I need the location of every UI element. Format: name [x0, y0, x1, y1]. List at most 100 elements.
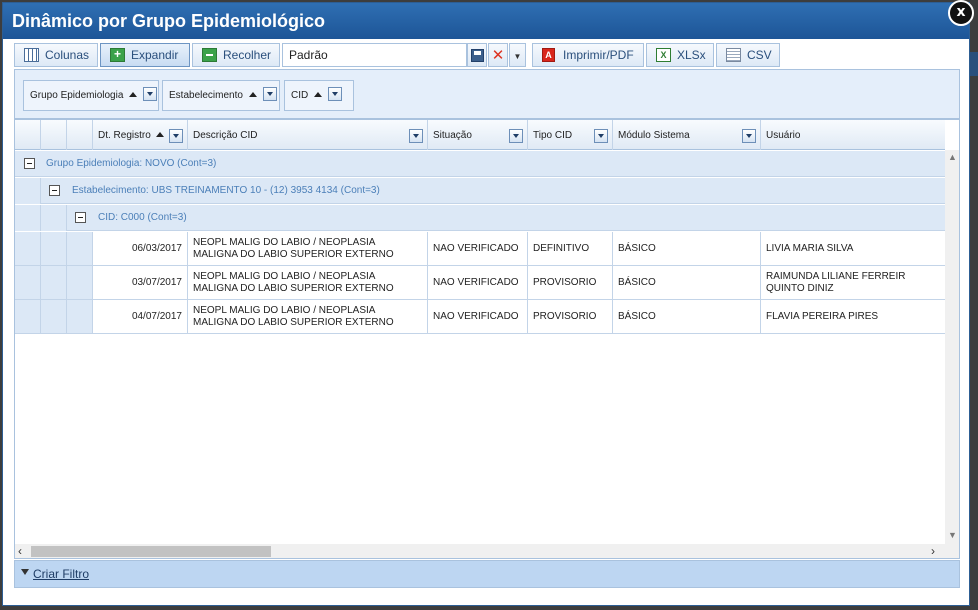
group-chip-grupo-epidemiologia[interactable]: Grupo Epidemiologia — [23, 80, 159, 111]
columns-icon — [24, 48, 39, 62]
delete-layout-button[interactable]: ✕ — [488, 43, 508, 67]
scroll-left-icon[interactable]: ‹ — [18, 544, 22, 558]
group-by-panel: Grupo Epidemiologia Estabelecimento CID — [14, 69, 960, 119]
filter-dropdown-icon[interactable] — [169, 129, 183, 143]
indent-cell — [41, 300, 67, 334]
indent-cell — [67, 300, 93, 334]
indent-cell — [41, 266, 67, 300]
save-layout-button[interactable] — [467, 43, 487, 67]
export-xlsx-button[interactable]: X XLSx — [646, 43, 714, 67]
group-chip-cid[interactable]: CID — [284, 80, 354, 111]
create-filter-link[interactable]: Criar Filtro — [33, 567, 89, 581]
indent-cell — [67, 232, 93, 266]
scroll-up-icon[interactable]: ▲ — [948, 152, 957, 162]
print-pdf-button-label: Imprimir/PDF — [563, 48, 634, 62]
group-row-level-3[interactable]: CID: C000 (Cont=3) — [15, 205, 945, 231]
collapse-group-icon[interactable] — [24, 158, 35, 169]
dialog-window: Dinâmico por Grupo Epidemiológico Coluna… — [2, 2, 970, 606]
cell-usuario: LIVIA MARIA SILVA — [761, 232, 945, 266]
column-header-label: Módulo Sistema — [618, 130, 690, 141]
column-header-usuario[interactable]: Usuário — [761, 120, 945, 150]
filter-dropdown-icon[interactable] — [328, 87, 343, 101]
cell-modulo-sistema: BÁSICO — [613, 266, 761, 300]
table-row[interactable]: 06/03/2017 NEOPL MALIG DO LABIO / NEOPLA… — [15, 232, 945, 266]
indent-cell — [15, 266, 41, 300]
indent-header-1 — [15, 120, 41, 150]
export-xlsx-button-label: XLSx — [677, 48, 706, 62]
table-row[interactable]: 03/07/2017 NEOPL MALIG DO LABIO / NEOPLA… — [15, 266, 945, 300]
scroll-right-icon[interactable]: › — [931, 544, 935, 558]
filter-dropdown-icon[interactable] — [742, 129, 756, 143]
indent-cell — [41, 205, 67, 231]
filter-dropdown-icon[interactable] — [409, 129, 423, 143]
layout-name-input[interactable]: Padrão — [282, 43, 467, 67]
chevron-down-icon: ▼ — [513, 52, 522, 61]
column-header-dt-registro[interactable]: Dt. Registro — [93, 120, 188, 150]
excel-icon: X — [656, 48, 671, 62]
cell-dt-registro: 06/03/2017 — [93, 232, 188, 266]
indent-cell — [15, 205, 41, 231]
table-row[interactable]: 04/07/2017 NEOPL MALIG DO LABIO / NEOPLA… — [15, 300, 945, 334]
group-chip-label: CID — [291, 90, 309, 101]
pdf-icon: A — [542, 48, 555, 62]
grid-footer: Criar Filtro — [14, 560, 960, 588]
collapse-button-label: Recolher — [223, 48, 272, 62]
group-row-label: Estabelecimento: UBS TREINAMENTO 10 - (1… — [72, 185, 380, 196]
filter-dropdown-icon[interactable] — [509, 129, 523, 143]
scroll-down-icon[interactable]: ▼ — [948, 530, 957, 540]
layout-dropdown-button[interactable]: ▼ — [509, 43, 526, 67]
sort-ascending-icon — [155, 132, 164, 137]
group-row-level-1[interactable]: Grupo Epidemiologia: NOVO (Cont=3) — [15, 151, 945, 177]
background-page-fragment — [970, 52, 978, 76]
vertical-scrollbar[interactable]: ▲ ▼ — [945, 150, 959, 544]
filter-dropdown-icon[interactable] — [262, 87, 277, 101]
cell-modulo-sistema: BÁSICO — [613, 300, 761, 334]
group-row-level-2[interactable]: Estabelecimento: UBS TREINAMENTO 10 - (1… — [15, 178, 945, 204]
close-dialog-button[interactable]: x — [948, 0, 974, 26]
export-csv-button[interactable]: CSV — [716, 43, 780, 67]
grid-header-row: Dt. Registro Descrição CID Situação Tipo… — [15, 120, 945, 150]
cell-usuario: FLAVIA PEREIRA PIRES — [761, 300, 945, 334]
collapse-group-icon[interactable] — [75, 212, 86, 223]
collapse-button[interactable]: Recolher — [192, 43, 280, 67]
cell-tipo-cid: DEFINITIVO — [528, 232, 613, 266]
cell-tipo-cid: PROVISORIO — [528, 266, 613, 300]
group-chip-estabelecimento[interactable]: Estabelecimento — [162, 80, 280, 111]
dialog-title: Dinâmico por Grupo Epidemiológico — [3, 3, 969, 39]
cell-descricao-cid: NEOPL MALIG DO LABIO / NEOPLASIA MALIGNA… — [188, 232, 428, 266]
indent-cell — [67, 266, 93, 300]
cell-descricao-cid: NEOPL MALIG DO LABIO / NEOPLASIA MALIGNA… — [188, 300, 428, 334]
column-header-descricao-cid[interactable]: Descrição CID — [188, 120, 428, 150]
column-header-label: Dt. Registro — [98, 130, 151, 141]
horizontal-scroll-thumb[interactable] — [31, 546, 271, 557]
close-icon: ✕ — [491, 46, 505, 64]
column-header-label: Usuário — [766, 130, 801, 141]
minus-icon — [202, 48, 217, 62]
columns-button[interactable]: Colunas — [14, 43, 98, 67]
group-row-label: Grupo Epidemiologia: NOVO (Cont=3) — [46, 158, 217, 169]
data-grid: Dt. Registro Descrição CID Situação Tipo… — [14, 119, 960, 559]
indent-header-2 — [41, 120, 67, 150]
cell-situacao: NAO VERIFICADO — [428, 266, 528, 300]
cell-modulo-sistema: BÁSICO — [613, 232, 761, 266]
filter-dropdown-icon[interactable] — [594, 129, 608, 143]
columns-button-label: Colunas — [45, 48, 90, 62]
horizontal-scrollbar[interactable]: ‹ › — [15, 544, 959, 558]
filter-dropdown-icon[interactable] — [143, 87, 158, 101]
column-header-label: Descrição CID — [193, 130, 258, 141]
sort-ascending-icon — [248, 92, 257, 97]
column-header-tipo-cid[interactable]: Tipo CID — [528, 120, 613, 150]
cell-dt-registro: 03/07/2017 — [93, 266, 188, 300]
column-header-label: Situação — [433, 130, 472, 141]
indent-cell — [15, 232, 41, 266]
cell-situacao: NAO VERIFICADO — [428, 232, 528, 266]
column-header-situacao[interactable]: Situação — [428, 120, 528, 150]
group-chip-label: Grupo Epidemiologia — [30, 90, 124, 101]
cell-dt-registro: 04/07/2017 — [93, 300, 188, 334]
column-header-modulo-sistema[interactable]: Módulo Sistema — [613, 120, 761, 150]
collapse-group-icon[interactable] — [49, 185, 60, 196]
cell-descricao-cid: NEOPL MALIG DO LABIO / NEOPLASIA MALIGNA… — [188, 266, 428, 300]
expand-button[interactable]: + Expandir — [100, 43, 190, 67]
print-pdf-button[interactable]: A Imprimir/PDF — [532, 43, 644, 67]
cell-usuario: RAIMUNDA LILIANE FERREIR QUINTO DINIZ — [761, 266, 945, 300]
